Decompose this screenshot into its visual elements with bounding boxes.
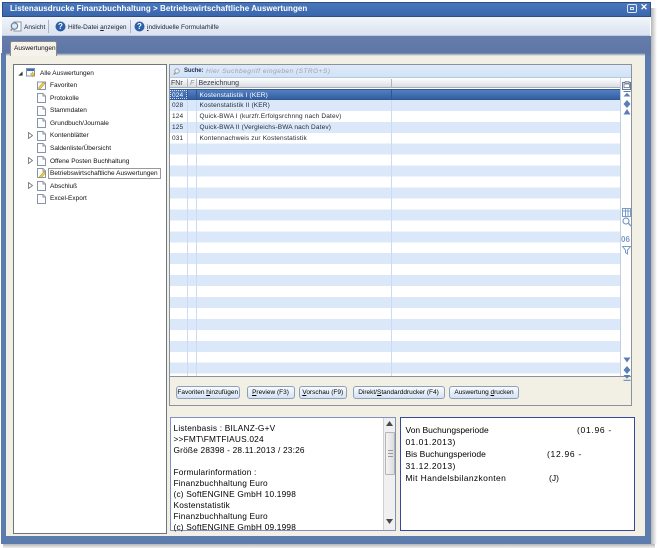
svg-text:?: ? [137,22,142,31]
svg-text:?: ? [58,22,63,31]
